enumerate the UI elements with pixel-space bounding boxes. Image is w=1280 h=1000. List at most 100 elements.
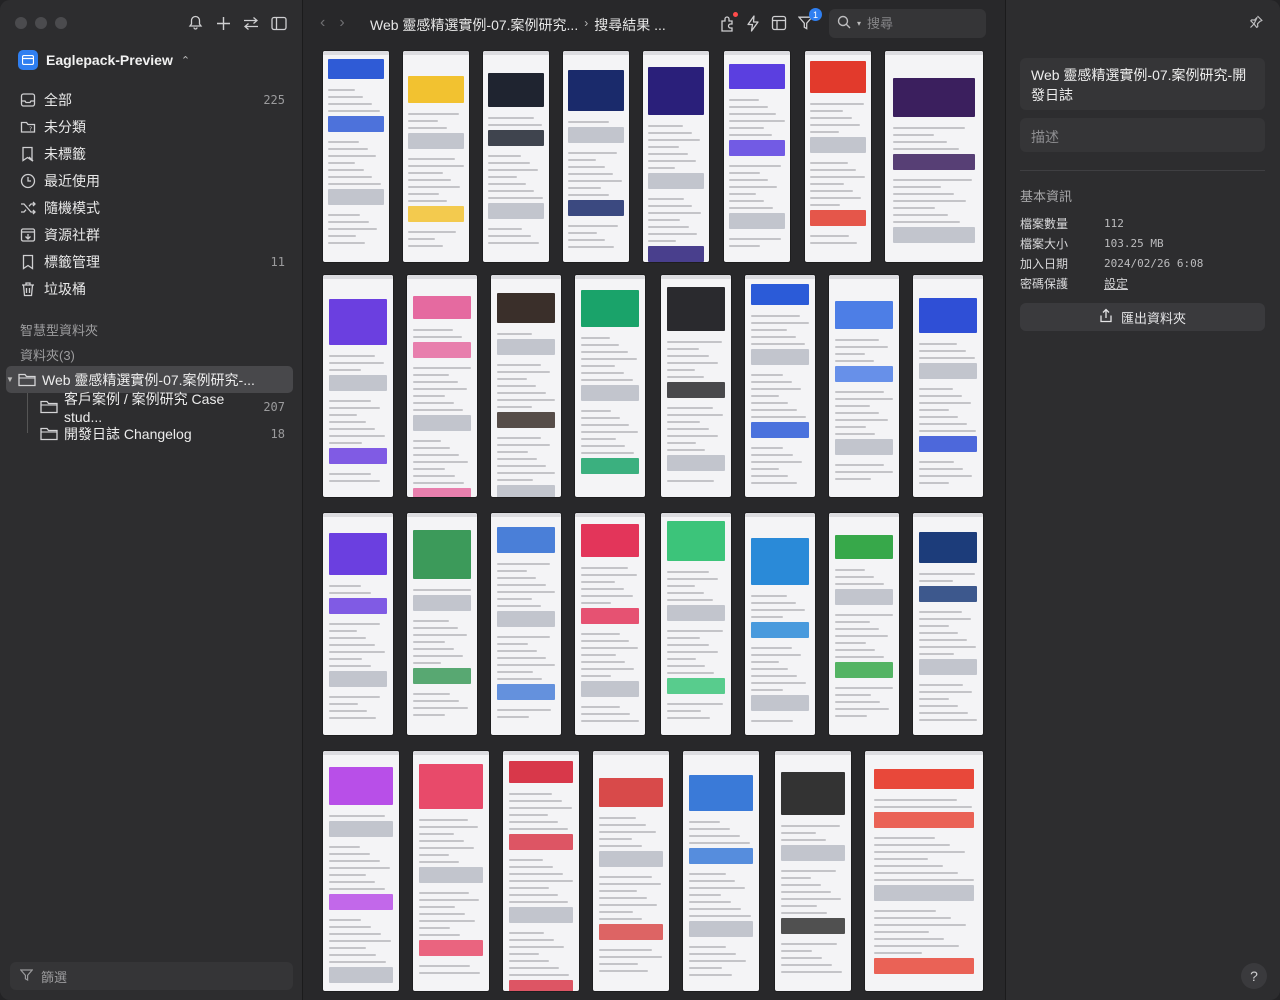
thumbnail-item[interactable] [503,751,579,991]
sidebar-toggle-icon[interactable] [270,13,288,33]
thumbnail-text-line [329,881,376,883]
sidebar-item-community[interactable]: 資源社群 [10,221,293,248]
thumbnail-item[interactable] [913,513,983,735]
export-folder-button[interactable]: 匯出資料夾 [1020,303,1265,331]
thumbnail-item[interactable] [805,51,871,262]
thumbnail-item[interactable] [323,751,399,991]
sidebar-item-tag-manager[interactable]: 標籤管理 11 [10,248,293,275]
thumbnail-text-line [666,407,714,409]
thumbnail-text-line [834,391,884,393]
thumbnail-hero [892,78,976,117]
thumbnail-text-line [834,339,879,341]
thumbnail-item[interactable] [643,51,709,262]
plugin-icon[interactable] [718,12,738,33]
description-field[interactable]: 描述 [1020,118,1265,152]
thumbnail-item[interactable] [745,275,815,497]
forward-arrow-icon[interactable]: › [339,14,344,32]
thumbnail-item[interactable] [323,275,393,497]
share-icon [1099,308,1113,326]
folder-item-case-studies[interactable]: 客戶案例 / 案例研究 Case stud... 207 [6,391,293,425]
thumbnail-item[interactable] [865,751,983,991]
pin-icon[interactable] [1249,15,1263,32]
thumbnail-item[interactable] [724,51,790,262]
thumbnail-text-line [918,475,972,477]
breadcrumb-current[interactable]: 搜尋結果 ... [594,15,666,35]
filter-toggle-icon[interactable]: 1 [796,8,822,33]
thumbnail-image-block [648,246,704,262]
lightning-icon[interactable] [744,13,762,33]
thumbnail-text-line [729,106,768,108]
sidebar-item-all[interactable]: 全部 225 [10,86,293,113]
thumbnail-item[interactable] [661,275,731,497]
thumbnail-text-line [648,240,676,242]
help-button[interactable]: ? [1241,963,1267,989]
thumbnail-item[interactable] [593,751,669,991]
thumbnail-item[interactable] [323,51,389,262]
thumbnail-text-line [328,421,367,423]
thumbnail-text-line [568,232,597,234]
thumbnail-item[interactable] [829,275,899,497]
thumbnail-item[interactable] [683,751,759,991]
library-switcher[interactable]: Eaglepack-Preview ⌃ [18,50,190,70]
thumbnail-image-block [496,339,556,355]
thumbnail-text-line [509,932,545,934]
breadcrumb-folder[interactable]: Web 靈感精選實例-07.案例研究... [370,15,578,35]
thumbnail-item[interactable] [575,275,645,497]
back-arrow-icon[interactable]: ‹ [320,14,325,32]
thumbnail-text-line [834,583,884,585]
thumbnail-text-line [412,336,463,338]
thumbnail-text-line [729,186,777,188]
disclosure-triangle-icon[interactable]: ▼ [6,375,18,384]
thumbnail-text-line [328,442,363,444]
minimize-window-button[interactable] [35,17,47,29]
thumbnail-text-line [810,204,840,206]
thumbnail-text-line [419,913,465,915]
chevron-down-icon[interactable]: ▾ [857,19,861,28]
thumbnail-item[interactable] [413,751,489,991]
bell-icon[interactable] [186,13,204,33]
sidebar-item-uncategorized[interactable]: ? 未分類 [10,113,293,140]
thumbnail-text-line [328,355,375,357]
thumbnail-item[interactable] [483,51,549,262]
thumbnail-item[interactable] [885,51,983,262]
thumbnail-text-line [419,819,469,821]
thumbnail-item[interactable] [491,513,561,735]
folder-title-field[interactable]: Web 靈感精選實例-07.案例研究-開發日誌 [1020,58,1265,110]
thumbnail-item[interactable] [491,275,561,497]
thumbnail-item[interactable] [913,275,983,497]
thumbnail-item[interactable] [661,513,731,735]
thumbnail-text-line [810,183,844,185]
thumbnail-text-line [666,599,714,601]
sidebar-filter-input[interactable]: 篩選 [10,962,293,990]
smart-folders-heading[interactable]: 智慧型資料夾 [20,320,98,339]
close-window-button[interactable] [15,17,27,29]
thumbnail-text-line [874,931,929,933]
sidebar-item-random[interactable]: 隨機模式 [10,194,293,221]
thumbnail-text-line [750,395,779,397]
tag-off-icon [20,146,36,162]
folders-heading[interactable]: 資料夾(3) [20,345,75,364]
search-input[interactable] [867,16,968,31]
thumbnail-item[interactable] [829,513,899,735]
thumbnail-item[interactable] [403,51,469,262]
thumbnail-item[interactable] [407,275,477,497]
thumbnail-item[interactable] [575,513,645,735]
thumbnail-item[interactable] [563,51,629,262]
thumbnail-item[interactable] [775,751,851,991]
layout-icon[interactable] [770,13,788,33]
thumbnail-text-line [750,609,806,611]
thumbnail-item[interactable] [407,513,477,735]
folder-item-changelog[interactable]: 開發日誌 Changelog 18 [6,420,293,447]
sidebar-item-untagged[interactable]: 未標籤 [10,140,293,167]
thumbnail-text-line [666,449,706,451]
thumbnail-item[interactable] [323,513,393,735]
thumbnail-text-line [328,592,371,594]
plus-icon[interactable] [214,13,232,33]
swap-icon[interactable] [242,13,260,33]
sidebar-item-trash[interactable]: 垃圾桶 [10,275,293,302]
sidebar-item-recent[interactable]: 最近使用 [10,167,293,194]
zoom-window-button[interactable] [55,17,67,29]
thumbnail-item[interactable] [745,513,815,735]
set-password-link[interactable]: 設定 [1104,275,1128,292]
search-field[interactable]: ▾ [829,9,986,38]
